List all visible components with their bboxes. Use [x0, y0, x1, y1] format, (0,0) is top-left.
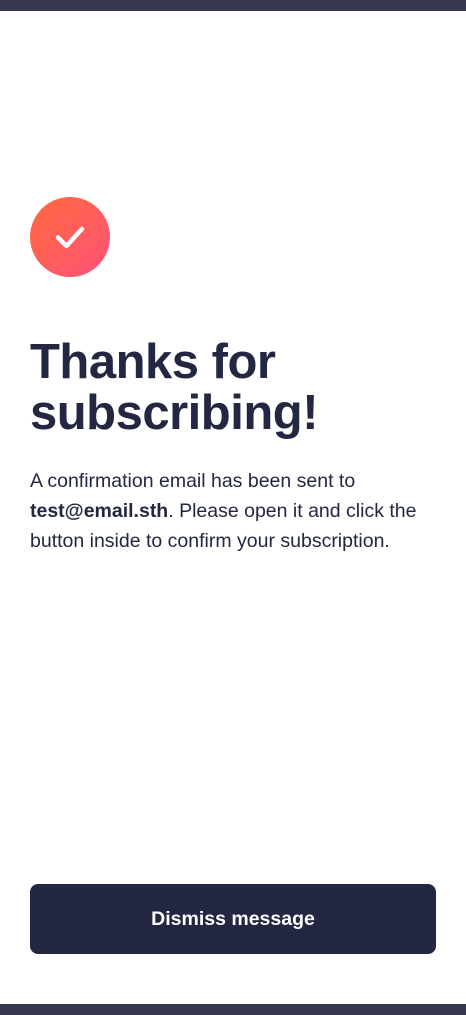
checkmark-path: [55, 226, 85, 249]
app-viewport: { "confirmation": { "title": "Thanks for…: [0, 0, 466, 1015]
message-prefix: A confirmation email has been sent to: [30, 470, 356, 492]
dismiss-message-button[interactable]: Dismiss message: [30, 884, 436, 954]
success-card: Thanks for subscribing! A confirmation e…: [0, 11, 466, 1004]
success-checkmark-icon: [30, 197, 110, 277]
page-title: Thanks for subscribing!: [30, 335, 319, 440]
checkmark-icon: [55, 226, 85, 249]
confirmation-message: A confirmation email has been sent to te…: [30, 466, 438, 556]
subscriber-email: test@email.sth: [30, 500, 169, 522]
